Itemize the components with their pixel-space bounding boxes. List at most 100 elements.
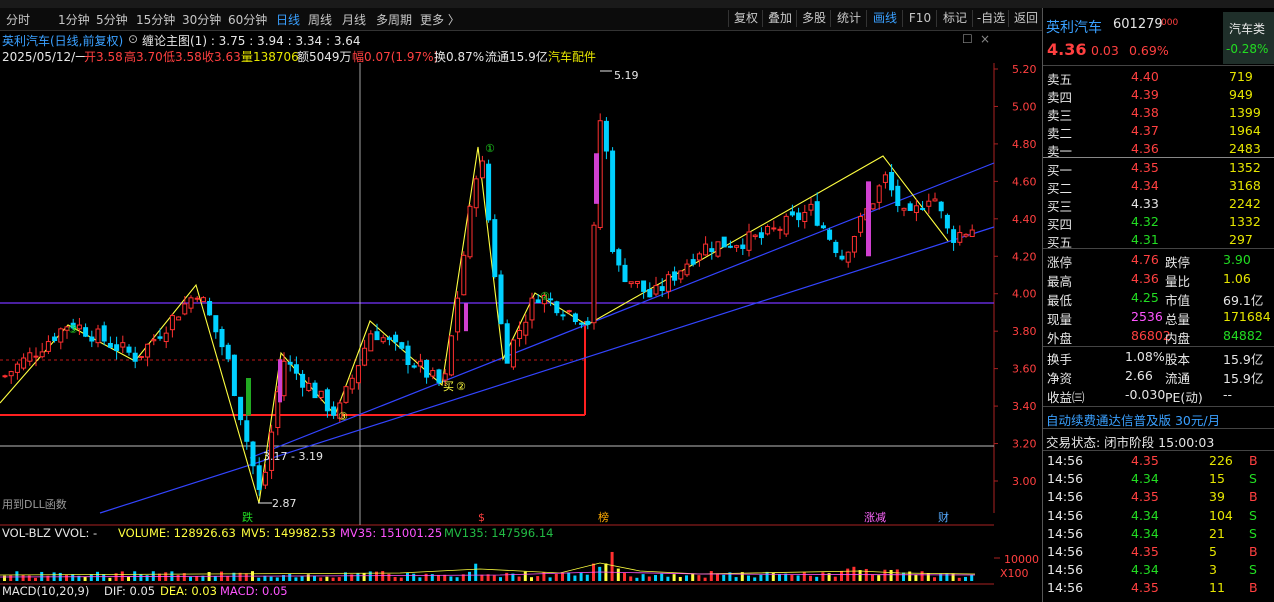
candle bbox=[796, 207, 802, 228]
stat-label: 最低 bbox=[1047, 293, 1073, 308]
tf-15min[interactable]: 15分钟 bbox=[136, 11, 175, 28]
volume-bar bbox=[784, 573, 788, 581]
btn-biaoji[interactable]: 标记 bbox=[936, 10, 973, 27]
volume-bar bbox=[362, 573, 366, 581]
stats-row: 涨停 4.76 跌停 3.90 bbox=[1043, 251, 1274, 270]
close-icon[interactable]: × bbox=[980, 32, 990, 46]
volume-panel-labels: VOL-BLZ VVOL: - VOLUME: 128926.63 MV5: 1… bbox=[2, 526, 1039, 598]
tick-time: 14:56 bbox=[1047, 525, 1084, 541]
stats-row: 最低 4.25 市值 69.1亿 bbox=[1043, 289, 1274, 308]
volume-bar bbox=[158, 573, 161, 581]
volume-bar bbox=[306, 574, 310, 581]
candle bbox=[572, 312, 578, 325]
candle bbox=[808, 197, 814, 216]
candle bbox=[734, 244, 740, 252]
btn-fanhui[interactable]: 返回 bbox=[1008, 10, 1043, 27]
candle bbox=[200, 296, 206, 303]
btn-duogu[interactable]: 多股 bbox=[796, 10, 831, 27]
volume-bar bbox=[269, 576, 273, 581]
bid-volume: 2242 bbox=[1229, 196, 1261, 211]
tag-zhangjian: 涨减 bbox=[864, 511, 886, 524]
tf-60min[interactable]: 60分钟 bbox=[228, 11, 267, 28]
volume-bar bbox=[716, 573, 719, 581]
tag-die: 跌 bbox=[242, 510, 253, 524]
volume-bar bbox=[27, 575, 31, 581]
stat-label: 外盘 bbox=[1047, 331, 1073, 346]
candle bbox=[870, 203, 876, 211]
volume-bar bbox=[536, 576, 540, 581]
candle bbox=[913, 199, 919, 222]
stat-value: 3.90 bbox=[1223, 252, 1251, 267]
tick-row: 14:56 4.34 15 S bbox=[1043, 470, 1274, 488]
btn-zixuan[interactable]: -自选 bbox=[972, 10, 1009, 27]
tf-daily[interactable]: 日线 bbox=[276, 11, 300, 28]
tag-cai: 财 bbox=[938, 510, 949, 524]
candle bbox=[163, 326, 169, 349]
candle bbox=[610, 147, 616, 254]
candle bbox=[901, 207, 907, 217]
quote-code-suffix: 000 bbox=[1161, 18, 1179, 28]
volume-bar bbox=[213, 576, 217, 581]
candle bbox=[771, 220, 777, 232]
candle bbox=[851, 235, 857, 258]
volume-bar bbox=[858, 570, 862, 581]
volume-bar bbox=[957, 577, 961, 581]
tf-5min[interactable]: 5分钟 bbox=[96, 11, 128, 28]
promo-text[interactable]: 自动续费通达信普及版 30元/月 bbox=[1046, 410, 1220, 429]
indicator-values: 缠论主图(1) : 3.75 : 3.94 : 3.34 : 3.64 bbox=[142, 34, 361, 48]
btn-fuquan[interactable]: 复权 bbox=[728, 10, 763, 27]
tf-fenshi[interactable]: 分时 bbox=[6, 11, 30, 28]
btn-huaxian[interactable]: 画线 bbox=[866, 10, 903, 27]
tf-weekly[interactable]: 周线 bbox=[308, 11, 332, 28]
tf-monthly[interactable]: 月线 bbox=[342, 11, 366, 28]
candle bbox=[479, 155, 485, 179]
tick-row: 14:56 4.35 11 B bbox=[1043, 579, 1274, 597]
btn-diejia[interactable]: 叠加 bbox=[762, 10, 797, 27]
kline-chart[interactable]: 5.20 5.00 4.80 4.60 4.40 4.20 4.00 3.80 3.60 3.40… bbox=[0, 63, 1042, 602]
volume-bar bbox=[629, 576, 633, 581]
peak-price-label: 5.19 bbox=[614, 69, 639, 82]
tf-more[interactable]: 更多 〉 bbox=[420, 11, 460, 28]
candle bbox=[957, 225, 963, 246]
volume-bar bbox=[294, 577, 298, 581]
axis-tick-label: 5.00 bbox=[1012, 100, 1037, 113]
bid-row: 买二 4.34 3168 bbox=[1043, 177, 1274, 196]
ask-volume: 1964 bbox=[1229, 123, 1261, 138]
candle bbox=[641, 280, 647, 299]
candle bbox=[455, 291, 461, 341]
indicator-toggle-icon[interactable]: ⊙ bbox=[128, 32, 138, 46]
candle bbox=[405, 340, 411, 374]
stat-label: 现量 bbox=[1047, 312, 1073, 327]
volume-bar bbox=[3, 575, 6, 581]
ask-row: 卖五 4.40 719 bbox=[1043, 68, 1274, 87]
axis-tick-label: 3.40 bbox=[1012, 400, 1037, 413]
volume-bar bbox=[902, 572, 905, 581]
stat-value: 2.66 bbox=[1125, 368, 1153, 383]
bid-volume: 1332 bbox=[1229, 214, 1261, 229]
tf-30min[interactable]: 30分钟 bbox=[182, 11, 221, 28]
candle bbox=[523, 314, 529, 345]
candle bbox=[424, 359, 430, 384]
stat-value: 15.9亿 bbox=[1223, 371, 1264, 386]
promo-row[interactable]: 自动续费通达信普及版 30元/月 bbox=[1043, 409, 1274, 429]
candle bbox=[107, 336, 113, 349]
volume-bars bbox=[0, 551, 1000, 581]
btn-tongji[interactable]: 统计 bbox=[830, 10, 867, 27]
candle bbox=[467, 204, 473, 260]
btn-f10[interactable]: F10 bbox=[902, 10, 937, 27]
magenta-signal-bar bbox=[278, 359, 282, 403]
magenta-signal-bar bbox=[464, 303, 468, 332]
candle bbox=[368, 330, 374, 352]
tf-1min[interactable]: 1分钟 bbox=[58, 11, 90, 28]
tf-multi[interactable]: 多周期 bbox=[376, 11, 412, 28]
candle bbox=[895, 179, 901, 213]
tick-volume: 226 bbox=[1209, 453, 1233, 468]
volume-bar bbox=[883, 569, 887, 581]
volume-bar bbox=[71, 574, 75, 581]
bid-volume: 3168 bbox=[1229, 178, 1261, 193]
volume-bar bbox=[833, 576, 837, 581]
expand-icon[interactable]: ☐ bbox=[962, 32, 973, 46]
candle bbox=[498, 270, 504, 325]
volume-bar bbox=[381, 571, 385, 581]
volume-bar bbox=[573, 575, 577, 581]
